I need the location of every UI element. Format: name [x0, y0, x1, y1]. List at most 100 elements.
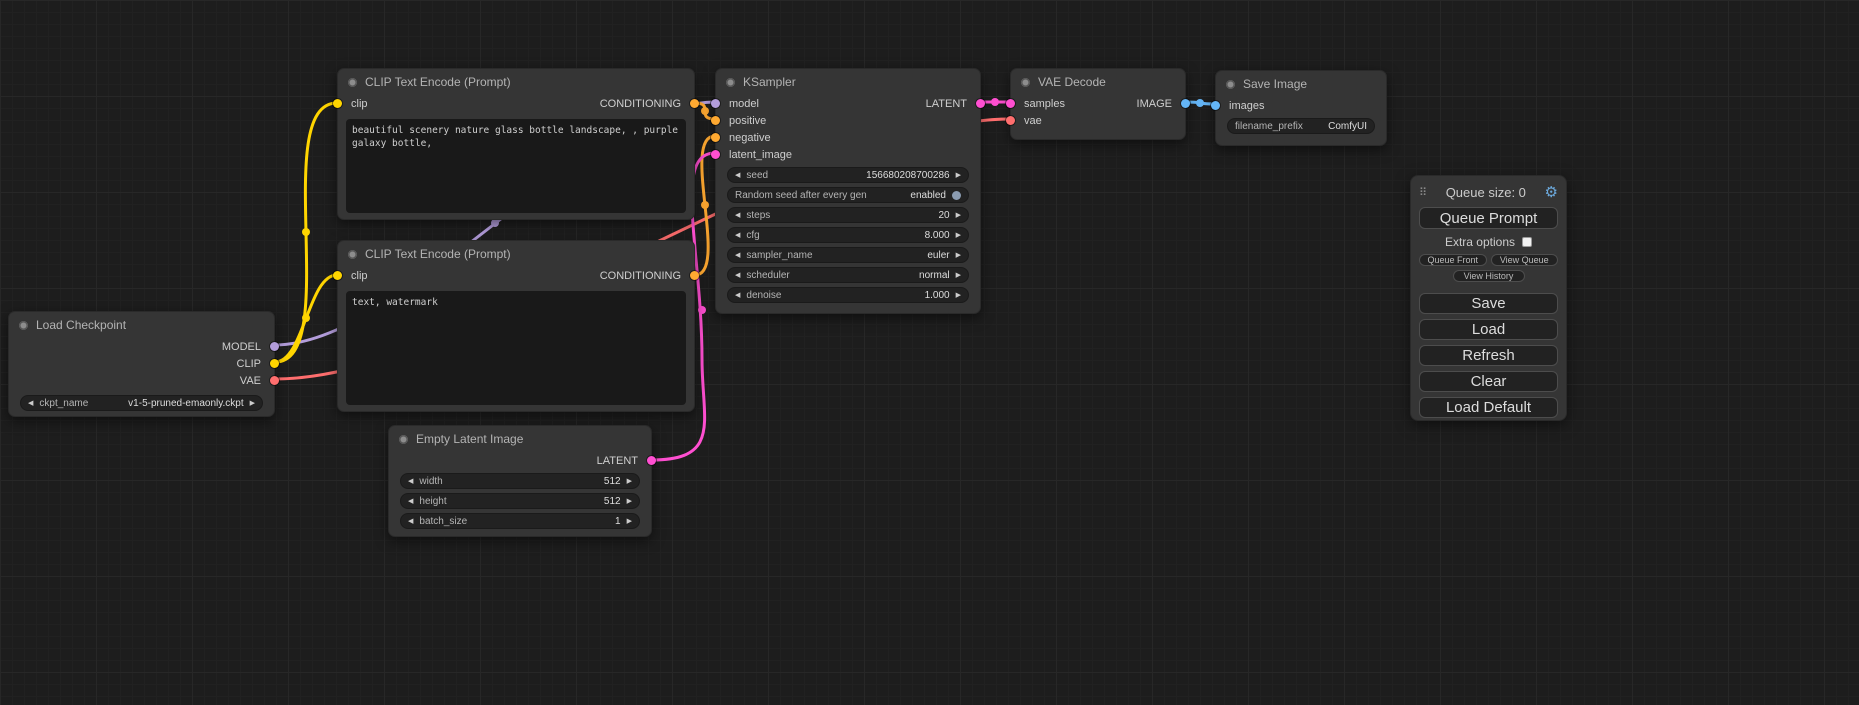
widget-value: 156680208700286	[866, 170, 949, 181]
node-title-bar[interactable]: Load Checkpoint	[9, 312, 274, 338]
increment-arrow-icon[interactable]: ▶	[956, 212, 961, 219]
decrement-arrow-icon[interactable]: ◀	[735, 252, 740, 259]
decrement-arrow-icon[interactable]: ◀	[408, 518, 413, 525]
node-graph-canvas[interactable]: Load Checkpoint MODEL CLIP VAE ◀ ckpt_na…	[0, 0, 1859, 705]
input-label: vae	[1024, 115, 1042, 127]
input-slot-samples[interactable]	[1006, 99, 1015, 108]
node-title: Load Checkpoint	[36, 318, 126, 332]
decrement-arrow-icon[interactable]: ◀	[735, 212, 740, 219]
decrement-arrow-icon[interactable]: ◀	[735, 272, 740, 279]
input-slot-clip[interactable]	[333, 99, 342, 108]
sampler-name-widget[interactable]: ◀ sampler_name euler ▶	[727, 247, 969, 263]
queue-front-button[interactable]: Queue Front	[1419, 254, 1487, 266]
increment-arrow-icon[interactable]: ▶	[956, 292, 961, 299]
save-button[interactable]: Save	[1419, 293, 1558, 314]
node-ksampler[interactable]: KSampler model LATENT positive negative …	[715, 68, 981, 314]
seed-widget[interactable]: ◀ seed 156680208700286 ▶	[727, 167, 969, 183]
view-history-button[interactable]: View History	[1453, 270, 1525, 282]
collapse-dot-icon[interactable]	[348, 78, 357, 87]
output-slot-image[interactable]	[1181, 99, 1190, 108]
node-clip-text-encode-negative[interactable]: CLIP Text Encode (Prompt) clip CONDITION…	[337, 240, 695, 412]
decrement-arrow-icon[interactable]: ◀	[735, 172, 740, 179]
node-title-bar[interactable]: Empty Latent Image	[389, 426, 651, 452]
random-seed-toggle-widget[interactable]: Random seed after every gen enabled	[727, 187, 969, 203]
output-slot-latent[interactable]	[647, 456, 656, 465]
prompt-text-area[interactable]: text, watermark	[346, 291, 686, 405]
extra-options-row: Extra options	[1419, 233, 1558, 251]
output-row-clip: CLIP	[9, 355, 274, 372]
output-slot-model[interactable]	[270, 342, 279, 351]
queue-controls-row: Queue Front View Queue	[1419, 254, 1558, 266]
decrement-arrow-icon[interactable]: ◀	[735, 232, 740, 239]
node-title-bar[interactable]: CLIP Text Encode (Prompt)	[338, 241, 694, 267]
output-label: LATENT	[597, 455, 638, 467]
output-slot-latent[interactable]	[976, 99, 985, 108]
collapse-dot-icon[interactable]	[1021, 78, 1030, 87]
input-slot-vae[interactable]	[1006, 116, 1015, 125]
load-default-button[interactable]: Load Default	[1419, 397, 1558, 418]
collapse-dot-icon[interactable]	[726, 78, 735, 87]
increment-arrow-icon[interactable]: ▶	[627, 478, 632, 485]
collapse-dot-icon[interactable]	[399, 435, 408, 444]
node-title-bar[interactable]: VAE Decode	[1011, 69, 1185, 95]
ckpt-name-widget[interactable]: ◀ ckpt_name v1-5-pruned-emaonly.ckpt ▶	[20, 395, 263, 411]
queue-prompt-button[interactable]: Queue Prompt	[1419, 207, 1558, 229]
input-slot-model[interactable]	[711, 99, 720, 108]
input-label: positive	[729, 115, 766, 127]
toggle-dot-icon[interactable]	[952, 191, 961, 200]
input-slot-negative[interactable]	[711, 133, 720, 142]
increment-arrow-icon[interactable]: ▶	[956, 172, 961, 179]
input-slot-latent-image[interactable]	[711, 150, 720, 159]
steps-widget[interactable]: ◀ steps 20 ▶	[727, 207, 969, 223]
node-title-bar[interactable]: Save Image	[1216, 71, 1386, 97]
node-empty-latent-image[interactable]: Empty Latent Image LATENT ◀ width 512 ▶ …	[388, 425, 652, 537]
node-title-bar[interactable]: KSampler	[716, 69, 980, 95]
increment-arrow-icon[interactable]: ▶	[956, 252, 961, 259]
output-slot-vae[interactable]	[270, 376, 279, 385]
decrement-arrow-icon[interactable]: ◀	[408, 478, 413, 485]
increment-arrow-icon[interactable]: ▶	[956, 272, 961, 279]
collapse-dot-icon[interactable]	[19, 321, 28, 330]
view-queue-button[interactable]: View Queue	[1491, 254, 1559, 266]
wire-clip-positive-midpoint-dot	[302, 228, 310, 236]
width-widget[interactable]: ◀ width 512 ▶	[400, 473, 640, 489]
denoise-widget[interactable]: ◀ denoise 1.000 ▶	[727, 287, 969, 303]
settings-gear-icon[interactable]: ⚙	[1545, 185, 1558, 200]
prompt-text-area[interactable]: beautiful scenery nature glass bottle la…	[346, 119, 686, 213]
increment-arrow-icon[interactable]: ▶	[627, 498, 632, 505]
widget-value: enabled	[910, 190, 946, 201]
output-slot-clip[interactable]	[270, 359, 279, 368]
collapse-dot-icon[interactable]	[1226, 80, 1235, 89]
output-slot-conditioning[interactable]	[690, 271, 699, 280]
height-widget[interactable]: ◀ height 512 ▶	[400, 493, 640, 509]
batch-size-widget[interactable]: ◀ batch_size 1 ▶	[400, 513, 640, 529]
node-clip-text-encode-positive[interactable]: CLIP Text Encode (Prompt) clip CONDITION…	[337, 68, 695, 220]
input-slot-images[interactable]	[1211, 101, 1220, 110]
drag-handle-icon[interactable]: ⠿	[1419, 186, 1427, 199]
increment-arrow-icon[interactable]: ▶	[627, 518, 632, 525]
input-slot-positive[interactable]	[711, 116, 720, 125]
clear-button[interactable]: Clear	[1419, 371, 1558, 392]
scheduler-widget[interactable]: ◀ scheduler normal ▶	[727, 267, 969, 283]
decrement-arrow-icon[interactable]: ◀	[735, 292, 740, 299]
refresh-button[interactable]: Refresh	[1419, 345, 1558, 366]
node-load-checkpoint[interactable]: Load Checkpoint MODEL CLIP VAE ◀ ckpt_na…	[8, 311, 275, 417]
output-slot-conditioning[interactable]	[690, 99, 699, 108]
node-title-bar[interactable]: CLIP Text Encode (Prompt)	[338, 69, 694, 95]
node-save-image[interactable]: Save Image images filename_prefix ComfyU…	[1215, 70, 1387, 146]
increment-arrow-icon[interactable]: ▶	[250, 400, 255, 407]
decrement-arrow-icon[interactable]: ◀	[408, 498, 413, 505]
widget-label: batch_size	[419, 516, 467, 527]
extra-options-checkbox[interactable]	[1522, 237, 1532, 247]
node-vae-decode[interactable]: VAE Decode samples IMAGE vae	[1010, 68, 1186, 140]
input-slot-clip[interactable]	[333, 271, 342, 280]
collapse-dot-icon[interactable]	[348, 250, 357, 259]
cfg-widget[interactable]: ◀ cfg 8.000 ▶	[727, 227, 969, 243]
node-title: VAE Decode	[1038, 75, 1106, 89]
increment-arrow-icon[interactable]: ▶	[956, 232, 961, 239]
load-button[interactable]: Load	[1419, 319, 1558, 340]
widget-label: sampler_name	[746, 250, 812, 261]
filename-prefix-widget[interactable]: filename_prefix ComfyUI	[1227, 118, 1375, 134]
output-row-latent: LATENT	[389, 452, 651, 469]
decrement-arrow-icon[interactable]: ◀	[28, 400, 33, 407]
